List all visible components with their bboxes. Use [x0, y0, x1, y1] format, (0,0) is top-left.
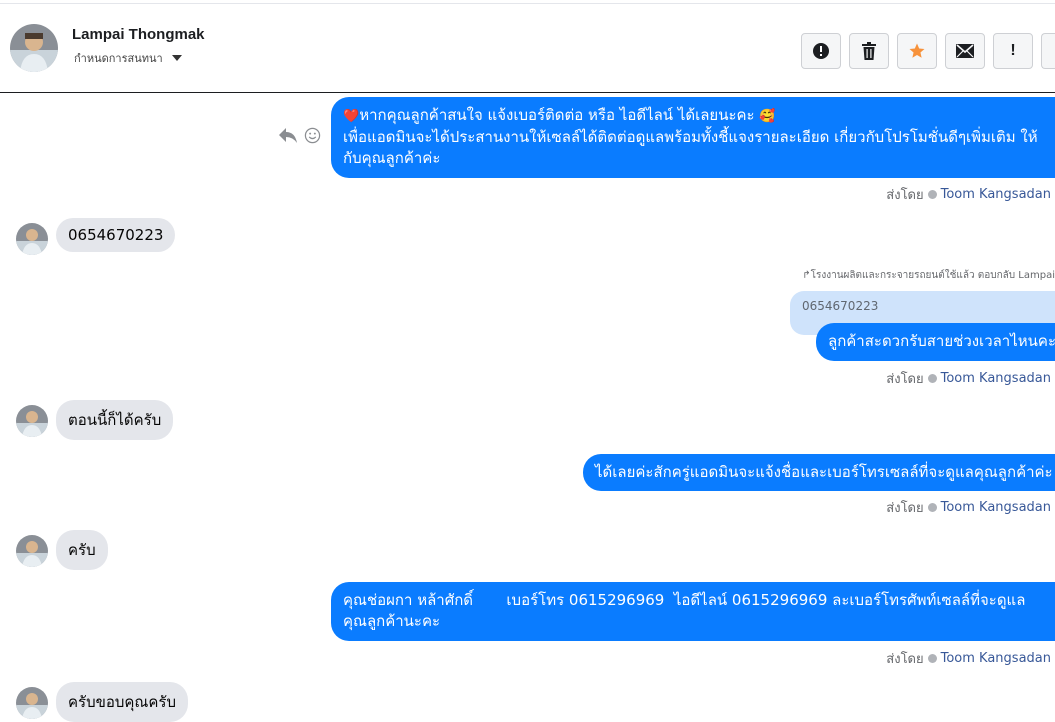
reply-meta: ↱โรงงานผลิตและกระจายรถยนต์ใช้แล้ว ตอบกลั…: [802, 270, 1055, 281]
header-divider: [0, 92, 1055, 93]
message-text: หากคุณลูกค้าสนใจ แจ้งเบอร์ติดต่อ หรือ ไอ…: [359, 106, 755, 124]
sent-by-label: ส่งโดย: [886, 372, 924, 387]
message-text: คุณช่อผกา หล้าศักดิ์ เบอร์โทร 0615296969…: [343, 591, 1026, 630]
message-bubble-incoming[interactable]: ตอนนี้ก็ได้ครับ: [56, 400, 174, 440]
assign-conversation-dropdown[interactable]: กำหนดการสนทนา: [74, 49, 182, 67]
message-actions: [278, 126, 321, 144]
contact-avatar-small: [16, 405, 48, 437]
message-text: เพื่อแอดมินจะได้ประสานงานให้เซลล์ได้ติดต…: [343, 128, 1038, 167]
message-text: ตอนนี้ก็ได้ครับ: [68, 411, 162, 429]
contact-avatar-small: [16, 535, 48, 567]
agent-badge-icon: [927, 374, 937, 383]
agent-name[interactable]: Toom Kangsadan: [941, 187, 1051, 202]
spam-button[interactable]: [801, 33, 841, 69]
exclamation-icon: !: [1010, 42, 1016, 59]
sent-by-label: ส่งโดย: [886, 652, 924, 667]
alert-circle-icon: [813, 43, 829, 59]
reply-icon[interactable]: [278, 126, 298, 144]
message-bubble-outgoing[interactable]: ได้เลยค่ะสักครู่แอดมินจะแจ้งชื่อและเบอร์…: [583, 454, 1055, 491]
agent-badge-icon: [927, 190, 937, 199]
message-text: 0654670223: [68, 226, 164, 244]
message-text: ได้เลยค่ะสักครู่แอดมินจะแจ้งชื่อและเบอร์…: [595, 463, 1053, 481]
star-icon: [909, 43, 925, 58]
more-toolbar-button[interactable]: [1041, 33, 1055, 69]
sent-by-label: ส่งโดย: [886, 501, 924, 516]
agent-badge-icon: [927, 654, 937, 663]
sent-by-line: ส่งโดย Toom Kangsadan: [886, 368, 1051, 389]
reply-meta-text: โรงงานผลิตและกระจายรถยนต์ใช้แล้ว ตอบกลับ…: [810, 270, 1055, 281]
sent-by-label: ส่งโดย: [886, 188, 924, 203]
emoji-react-icon[interactable]: [304, 127, 321, 144]
envelope-icon: [956, 44, 974, 58]
contact-avatar[interactable]: [10, 24, 58, 72]
contact-avatar-small: [16, 223, 48, 255]
chevron-down-icon: [171, 55, 182, 61]
mark-unread-button[interactable]: [945, 33, 985, 69]
heart-emoji: ❤️: [343, 109, 360, 124]
message-text: ครับขอบคุณครับ: [68, 693, 176, 711]
agent-name[interactable]: Toom Kangsadan: [941, 651, 1051, 666]
trash-icon: [862, 42, 876, 60]
important-button[interactable]: !: [993, 33, 1033, 69]
message-text: ลูกค้าสะดวกรับสายช่วงเวลาไหนคะ: [828, 332, 1055, 350]
message-text: ครับ: [68, 541, 96, 559]
message-bubble-incoming[interactable]: 0654670223: [56, 218, 176, 252]
agent-badge-icon: [927, 503, 937, 512]
message-bubble-outgoing[interactable]: ❤️หากคุณลูกค้าสนใจ แจ้งเบอร์ติดต่อ หรือ …: [331, 97, 1055, 178]
sent-by-line: ส่งโดย Toom Kangsadan: [886, 184, 1051, 205]
message-bubble-incoming[interactable]: ครับขอบคุณครับ: [56, 682, 188, 722]
sent-by-line: ส่งโดย Toom Kangsadan: [886, 648, 1051, 669]
contact-avatar-small: [16, 687, 48, 719]
star-button[interactable]: [897, 33, 937, 69]
conversation-header: Lampai Thongmak กำหนดการสนทนา !: [0, 4, 1055, 92]
message-bubble-outgoing[interactable]: คุณช่อผกา หล้าศักดิ์ เบอร์โทร 0615296969…: [331, 582, 1055, 641]
delete-button[interactable]: [849, 33, 889, 69]
sent-by-line: ส่งโดย Toom Kangsadan: [886, 497, 1051, 518]
smiling-hearts-emoji: 🥰: [759, 109, 776, 124]
agent-name[interactable]: Toom Kangsadan: [941, 500, 1051, 515]
message-bubble-outgoing[interactable]: ลูกค้าสะดวกรับสายช่วงเวลาไหนคะ: [816, 323, 1055, 361]
quoted-text: 0654670223: [802, 299, 879, 313]
contact-name[interactable]: Lampai Thongmak: [72, 26, 205, 43]
assign-label: กำหนดการสนทนา: [74, 52, 163, 65]
message-bubble-incoming[interactable]: ครับ: [56, 530, 108, 570]
agent-name[interactable]: Toom Kangsadan: [941, 371, 1051, 386]
